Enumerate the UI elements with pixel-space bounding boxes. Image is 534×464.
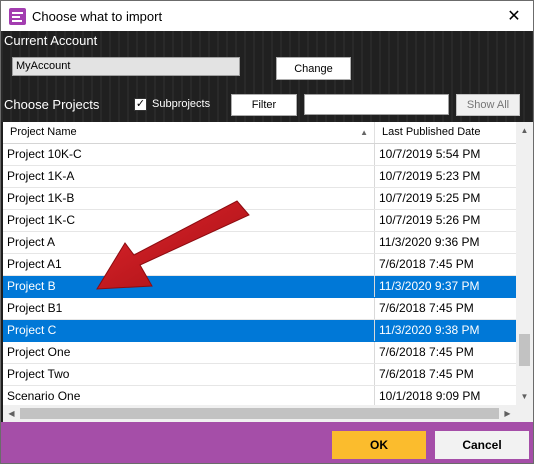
scroll-right-icon[interactable]: ▶ (499, 405, 516, 422)
project-name-cell: Project Two (3, 364, 375, 385)
filter-input[interactable] (304, 94, 449, 115)
subprojects-label: Subprojects (152, 98, 211, 110)
table-row[interactable]: Project 10K-C 10/7/2019 5:54 PM (3, 144, 516, 166)
table-row[interactable]: Project 1K-B 10/7/2019 5:25 PM (3, 188, 516, 210)
list-rows: Project 10K-C 10/7/2019 5:54 PM Project 1K… (3, 144, 516, 408)
current-account-label: Current Account (4, 33, 98, 48)
project-name-cell: Project 1K-A (3, 166, 375, 187)
project-name-cell: Project A1 (3, 254, 375, 275)
last-published-cell: 10/7/2019 5:26 PM (379, 213, 481, 227)
horizontal-scrollbar[interactable]: ◀ ▶ (3, 405, 516, 422)
project-name-cell: Project One (3, 342, 375, 363)
vertical-scroll-thumb[interactable] (519, 334, 530, 367)
scrollbar-corner (516, 405, 533, 422)
project-name-cell: Scenario One (3, 386, 375, 407)
last-published-cell: 10/7/2019 5:54 PM (379, 147, 481, 161)
project-name-cell: Project 1K-C (3, 210, 375, 231)
options-panel: Current Account MyAccount Change Choose … (1, 31, 533, 122)
column-header-project-name[interactable]: Project Name ▲ (3, 122, 375, 143)
scroll-left-icon[interactable]: ◀ (3, 405, 20, 422)
last-published-cell: 11/3/2020 9:37 PM (379, 279, 480, 293)
project-name-cell: Project 10K-C (3, 144, 375, 165)
close-icon[interactable]: ✕ (495, 1, 533, 31)
project-list: Project Name ▲ Last Published Date Proje… (3, 122, 533, 422)
column-header-last-published[interactable]: Last Published Date (375, 122, 516, 143)
window-title: Choose what to import (32, 8, 163, 24)
scroll-up-icon[interactable]: ▲ (516, 122, 533, 139)
last-published-cell: 10/7/2019 5:25 PM (379, 191, 481, 205)
account-field: MyAccount (12, 57, 240, 76)
project-name-cell: Project C (3, 320, 375, 341)
project-name-cell: Project A (3, 232, 375, 253)
last-published-cell: 10/7/2019 5:23 PM (379, 169, 481, 183)
project-name-cell: Project B1 (3, 298, 375, 319)
subprojects-checkbox[interactable]: ✓ (134, 98, 147, 111)
choose-projects-label: Choose Projects (4, 97, 100, 112)
last-published-cell: 10/1/2018 9:09 PM (379, 389, 481, 403)
title-bar: Choose what to import ✕ (1, 1, 533, 31)
last-published-cell: 7/6/2018 7:45 PM (379, 345, 474, 359)
table-row[interactable]: Project A 11/3/2020 9:36 PM (3, 232, 516, 254)
last-published-cell: 11/3/2020 9:36 PM (379, 235, 480, 249)
project-name-cell: Project 1K-B (3, 188, 375, 209)
last-published-cell: 7/6/2018 7:45 PM (379, 257, 474, 271)
table-row[interactable]: Project B 11/3/2020 9:37 PM (3, 276, 516, 298)
scroll-down-icon[interactable]: ▼ (516, 388, 533, 405)
sort-ascending-icon: ▲ (360, 128, 368, 137)
filter-button[interactable]: Filter (231, 94, 297, 116)
table-row[interactable]: Project A1 7/6/2018 7:45 PM (3, 254, 516, 276)
change-button[interactable]: Change (276, 57, 351, 80)
table-row[interactable]: Project 1K-A 10/7/2019 5:23 PM (3, 166, 516, 188)
table-row[interactable]: Project One 7/6/2018 7:45 PM (3, 342, 516, 364)
vertical-scrollbar[interactable]: ▲ ▼ (516, 122, 533, 405)
table-row[interactable]: Project B1 7/6/2018 7:45 PM (3, 298, 516, 320)
import-dialog: Choose what to import ✕ Current Account … (0, 0, 534, 464)
horizontal-scroll-thumb[interactable] (20, 408, 499, 419)
table-row[interactable]: Project Two 7/6/2018 7:45 PM (3, 364, 516, 386)
show-all-button[interactable]: Show All (456, 94, 520, 116)
last-published-cell: 7/6/2018 7:45 PM (379, 367, 474, 381)
cancel-button[interactable]: Cancel (435, 431, 529, 459)
project-name-cell: Project B (3, 276, 375, 297)
table-row[interactable]: Project 1K-C 10/7/2019 5:26 PM (3, 210, 516, 232)
app-icon (9, 7, 26, 25)
ok-button[interactable]: OK (332, 431, 426, 459)
last-published-cell: 11/3/2020 9:38 PM (379, 323, 480, 337)
table-row[interactable]: Project C 11/3/2020 9:38 PM (3, 320, 516, 342)
dialog-footer: OK Cancel (1, 422, 533, 463)
list-header: Project Name ▲ Last Published Date (3, 122, 516, 144)
last-published-cell: 7/6/2018 7:45 PM (379, 301, 474, 315)
